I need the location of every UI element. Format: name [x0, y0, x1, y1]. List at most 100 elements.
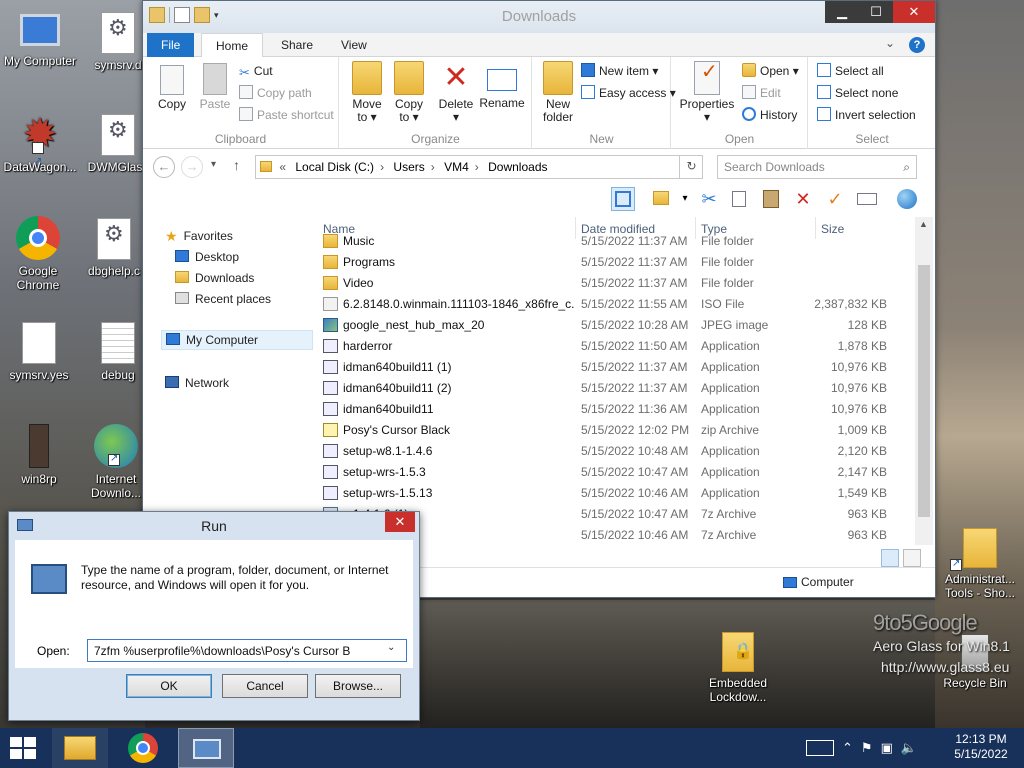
up-arrow-icon[interactable]: ↑ — [233, 157, 240, 173]
clipboard-icon[interactable] — [759, 187, 783, 211]
search-input[interactable]: Search Downloads ⌕ — [717, 155, 917, 179]
network-icon[interactable]: ▣ — [881, 740, 893, 756]
large-icons-view-icon[interactable] — [903, 549, 921, 567]
chevron-down-icon[interactable]: ⌄ — [387, 642, 395, 653]
scissors-icon[interactable]: ✂ — [697, 187, 721, 211]
copy-path-button[interactable]: Copy path — [239, 83, 312, 103]
refresh-button[interactable]: ↻ — [679, 155, 703, 179]
file-row[interactable]: 6.2.8148.0.winmain.111103-1846_x86fre_c.… — [319, 294, 915, 315]
copy-button[interactable]: Copy — [153, 61, 191, 111]
run-command-input[interactable] — [87, 639, 407, 662]
tab-home[interactable]: Home — [201, 33, 264, 58]
properties-button[interactable]: ✓ Properties ▾ — [676, 61, 738, 124]
action-center-icon[interactable]: ⚑ — [861, 740, 873, 756]
desktop-icon-embedded-lockdown[interactable]: 🔒 Embedded Lockdow... — [698, 632, 778, 704]
nav-downloads[interactable]: Downloads — [175, 269, 254, 287]
file-row[interactable]: idman640build11 (1) 5/15/2022 11:37 AM App… — [319, 357, 915, 378]
chevron-down-icon[interactable]: ⌄ — [885, 36, 895, 50]
copy-to-button[interactable]: Copy to ▾ — [390, 61, 428, 124]
maximize-button[interactable]: ☐ — [859, 1, 893, 23]
cancel-button[interactable]: Cancel — [222, 674, 308, 698]
address-bar[interactable]: « Local Disk (C:) › Users › VM4 › Downloads… — [255, 155, 703, 179]
details-view-icon[interactable] — [881, 549, 899, 567]
close-button[interactable]: ✕ — [893, 1, 935, 23]
file-row[interactable]: idman640build11 (2) 5/15/2022 11:37 AM App… — [319, 378, 915, 399]
move-to-button[interactable]: Move to ▾ — [348, 61, 386, 124]
file-row[interactable]: Posy's Cursor Black 5/15/2022 12:02 PM zip… — [319, 420, 915, 441]
file-row[interactable]: setup-w8.1-1.4.6 5/15/2022 10:48 AM Applic… — [319, 441, 915, 462]
nav-desktop[interactable]: Desktop — [175, 248, 239, 266]
file-row[interactable]: Programs 5/15/2022 11:37 AM File folder — [319, 252, 915, 273]
nav-network[interactable]: Network — [165, 374, 229, 392]
run-titlebar[interactable]: Run ✕ — [9, 512, 419, 540]
tab-view[interactable]: View — [327, 33, 381, 57]
folder-options-icon[interactable] — [649, 187, 673, 211]
open-button[interactable]: Open ▾ — [742, 61, 799, 81]
file-row[interactable]: google_nest_hub_max_20 5/15/2022 10:28 AM… — [319, 315, 915, 336]
delete-icon[interactable]: ✕ — [791, 187, 815, 211]
tab-share[interactable]: Share — [267, 33, 327, 57]
taskbar-clock[interactable]: 12:13 PM 5/15/2022 — [944, 732, 1018, 762]
globe-icon[interactable] — [895, 187, 919, 211]
breadcrumb-users[interactable]: Users — [393, 160, 424, 174]
rename-button[interactable]: Rename — [478, 61, 526, 110]
rename-icon[interactable] — [855, 187, 879, 211]
select-none-button[interactable]: Select none — [817, 83, 898, 103]
breadcrumb-overflow[interactable]: « — [279, 160, 286, 174]
start-button[interactable] — [0, 728, 56, 768]
chevron-down-icon[interactable]: ▾ — [211, 159, 216, 170]
preview-pane-icon[interactable] — [611, 187, 635, 211]
desktop-icon-administrative-tools[interactable]: Administrat... Tools - Sho... — [938, 528, 1022, 600]
nav-recent-places[interactable]: Recent places — [175, 290, 271, 308]
checkmark-icon[interactable]: ✓ — [823, 187, 847, 211]
nav-my-computer[interactable]: My Computer — [161, 330, 313, 350]
back-button[interactable]: ← — [153, 156, 175, 178]
scroll-up-icon[interactable]: ▲ — [919, 219, 928, 229]
delete-button[interactable]: ✕ Delete ▾ — [436, 61, 476, 124]
explorer-titlebar[interactable]: ▾ Downloads ▁ ☐ ✕ — [143, 1, 935, 33]
cut-button[interactable]: ✂ Cut — [239, 61, 273, 81]
taskbar-file-explorer[interactable] — [52, 728, 108, 768]
desktop-icon-win8rp[interactable]: win8rp — [0, 424, 78, 486]
file-row[interactable]: Music 5/15/2022 11:37 AM File folder — [319, 231, 915, 252]
file-row[interactable]: setup-wrs-1.5.3 5/15/2022 10:47 AM Applica… — [319, 462, 915, 483]
file-row[interactable]: setup-wrs-1.5.13 5/15/2022 10:46 AM Applic… — [319, 483, 915, 504]
ok-button[interactable]: OK — [126, 674, 212, 698]
forward-button[interactable]: → — [181, 156, 203, 178]
invert-selection-button[interactable]: Invert selection — [817, 105, 916, 125]
nav-favorites[interactable]: ★ Favorites — [165, 227, 233, 245]
file-row[interactable]: idman640build11 5/15/2022 11:36 AM Applica… — [319, 399, 915, 420]
keyboard-icon[interactable] — [806, 740, 834, 756]
file-row[interactable]: Video 5/15/2022 11:37 AM File folder — [319, 273, 915, 294]
scrollbar-thumb[interactable] — [918, 265, 930, 517]
vertical-scrollbar[interactable]: ▲ — [915, 217, 933, 545]
new-folder-button[interactable]: New folder — [539, 61, 577, 124]
close-button[interactable]: ✕ — [385, 512, 415, 532]
volume-icon[interactable]: 🔈 — [901, 740, 917, 756]
new-item-button[interactable]: New item ▾ — [581, 61, 658, 81]
tab-file[interactable]: File — [147, 33, 195, 57]
help-icon[interactable]: ? — [909, 37, 925, 53]
breadcrumb-vm4[interactable]: VM4 — [444, 160, 469, 174]
file-size: 963 KB — [847, 528, 887, 542]
desktop-icon-google-chrome[interactable]: Google Chrome — [0, 216, 76, 292]
breadcrumb-local-disk[interactable]: Local Disk (C:) — [295, 160, 374, 174]
paste-button[interactable]: Paste — [195, 61, 235, 111]
copy-icon[interactable] — [727, 187, 751, 211]
select-all-button[interactable]: Select all — [817, 61, 884, 81]
breadcrumb-downloads[interactable]: Downloads — [488, 160, 547, 174]
chevron-down-icon[interactable]: ▾ — [673, 187, 697, 211]
taskbar-chrome[interactable] — [116, 728, 172, 768]
desktop-icon-symsrv-yes[interactable]: symsrv.yes — [0, 322, 78, 382]
browse-button[interactable]: Browse... — [315, 674, 401, 698]
easy-access-button[interactable]: Easy access ▾ — [581, 83, 676, 103]
minimize-button[interactable]: ▁ — [825, 1, 859, 23]
file-row[interactable]: harderror 5/15/2022 11:50 AM Application 1,… — [319, 336, 915, 357]
history-button[interactable]: History — [742, 105, 797, 125]
taskbar-run[interactable] — [178, 728, 234, 768]
paste-shortcut-button[interactable]: Paste shortcut — [239, 105, 334, 125]
desktop-icon-datawagon[interactable]: ✹ DataWagon... — [0, 112, 80, 185]
chevron-up-icon[interactable]: ⌃ — [842, 740, 853, 756]
desktop-icon-my-computer[interactable]: My Computer — [0, 10, 80, 68]
edit-button[interactable]: Edit — [742, 83, 781, 103]
